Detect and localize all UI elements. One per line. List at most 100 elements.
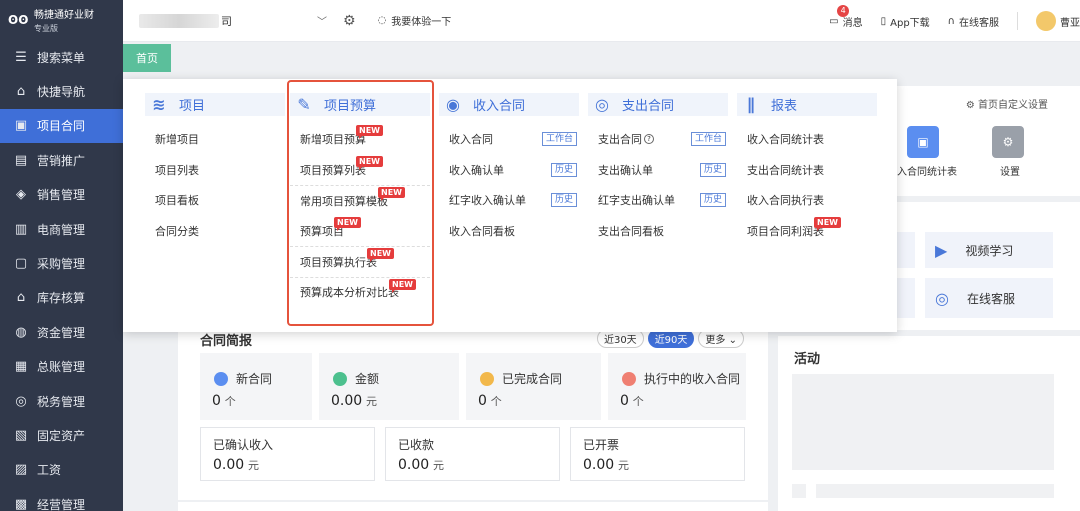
project-contract-mega-menu: ≋ 项目 新增项目 项目列表 项目看板 合同分类 ✎ 项目预算 新增项目预算 NEW 项目预算列表 N… [123, 79, 897, 332]
phone-icon: ▯ [880, 15, 887, 27]
total-card[interactable]: 已开票 0.00 元 [570, 427, 745, 481]
menu-item-tag: 工作台 [541, 132, 577, 146]
menu-item[interactable]: 支出确认单 历史 [588, 155, 728, 186]
sidebar-item[interactable]: ⌂ 快捷导航 [0, 74, 123, 108]
sidebar-item-label: 资金管理 [37, 325, 86, 340]
menu-item[interactable]: 新增项目 [145, 124, 285, 155]
menu-item[interactable]: 项目看板 [145, 185, 285, 216]
sidebar-item[interactable]: ◍ 资金管理 [0, 315, 123, 349]
sidebar-item[interactable]: ▧ 固定资产 [0, 418, 123, 452]
menu-column-header: ◉ 收入合同 [439, 93, 579, 116]
sidebar-item[interactable]: ▦ 总账管理 [0, 350, 123, 384]
try-experience-link[interactable]: ◌ 我要体验一下 [378, 13, 452, 28]
menu-item-label: 支出确认单 [598, 163, 653, 177]
gear-icon[interactable]: ⚙ [992, 126, 1024, 158]
menu-item-tag: 历史 [699, 162, 726, 177]
chart-card-icon[interactable]: ▣ [907, 126, 939, 158]
menu-item[interactable]: 收入合同统计表 [737, 124, 877, 155]
menu-item-label: 红字收入确认单 [449, 194, 526, 208]
company-name-redacted [139, 13, 219, 28]
kpi-label: 已完成合同 [502, 372, 563, 386]
menu-column-title: 支出合同 [622, 99, 675, 114]
app-download-button[interactable]: ▯ App下载 [881, 14, 930, 29]
sidebar-item-label: 工资 [37, 463, 62, 478]
total-card[interactable]: 已收款 0.00 元 [385, 427, 560, 481]
company-selector[interactable]: 司 ﹀ [133, 8, 333, 34]
menu-item-label: 项目看板 [155, 194, 199, 208]
menu-item[interactable]: 收入合同 工作台 [439, 124, 579, 155]
menu-item[interactable]: 收入合同执行表 [737, 185, 877, 216]
kpi-card[interactable]: 执行中的收入合同 0 个 [608, 353, 746, 420]
custom-settings-label: 首页自定义设置 [978, 100, 1048, 111]
sidebar-item-label: 经营管理 [37, 497, 86, 511]
menu-item[interactable]: 支出合同统计表 [737, 155, 877, 186]
menu-item[interactable]: 项目合同利润表 NEW [737, 216, 877, 247]
user-menu[interactable]: 曹亚 [1036, 11, 1080, 31]
bag-icon: ▢ [14, 256, 28, 272]
online-service-card-button[interactable]: ◎ 在线客服 [925, 278, 1053, 318]
sidebar: ʘʘ 畅捷通好业财 专业版 ☰ 搜索菜单 ⌂ 快捷导航 ▣ 项目合同 ▤ 营销推广 ◈ 销售管理 ▥… [0, 0, 129, 511]
menu-item[interactable]: 收入合同看板 [439, 216, 579, 247]
salary-icon: ▨ [14, 462, 28, 478]
total-label: 已开票 [583, 438, 620, 452]
user-name: 曹亚 [1060, 17, 1080, 29]
sidebar-item[interactable]: ◈ 销售管理 [0, 178, 123, 212]
menu-item-label: 支出合同 [598, 133, 642, 147]
video-learning-label: 视频学习 [965, 243, 1014, 258]
sidebar-item[interactable]: ▢ 采购管理 [0, 246, 123, 280]
chevron-down-icon: ﹀ [317, 17, 327, 28]
try-label: 我要体验一下 [391, 17, 452, 28]
total-unit: 元 [433, 459, 444, 472]
sidebar-item[interactable]: ☰ 搜索菜单 [0, 40, 123, 74]
headset-icon: ◎ [935, 288, 949, 308]
sidebar-item[interactable]: ◎ 税务管理 [0, 384, 123, 418]
gift-icon: ▤ [14, 152, 28, 168]
activity-thumb-placeholder [792, 484, 806, 498]
kpi-card[interactable]: 已完成合同 0 个 [466, 353, 601, 420]
activity-banner-placeholder[interactable] [792, 374, 1054, 470]
kpi-unit: 元 [366, 395, 377, 408]
kpi-card[interactable]: 新合同 0 个 [200, 353, 312, 420]
menu-item-label: 收入合同统计表 [747, 133, 824, 147]
kpi-value: 0 [620, 393, 629, 409]
video-learning-button[interactable]: ▶ 视频学习 [925, 232, 1053, 268]
kpi-value: 0 [478, 393, 487, 409]
menu-item[interactable]: 合同分类 [145, 216, 285, 247]
sidebar-item[interactable]: ⌂ 库存核算 [0, 281, 123, 315]
sidebar-item-label: 搜索菜单 [37, 50, 86, 65]
kpi-icon [622, 371, 636, 386]
company-settings-gear-icon[interactable]: ⚙ [343, 13, 356, 29]
ledger-icon: ▦ [14, 359, 28, 375]
menu-item[interactable]: 支出合同? 工作台 [588, 124, 728, 155]
help-icon[interactable]: ? [644, 134, 654, 145]
total-value: 0.00 [398, 457, 430, 473]
sidebar-item[interactable]: ▨ 工资 [0, 453, 123, 487]
online-service-button[interactable]: ∩ 在线客服 [948, 14, 999, 29]
kpi-value: 0 [212, 393, 221, 409]
brand-logo: ʘʘ 畅捷通好业财 专业版 [0, 0, 123, 40]
tab-home[interactable]: 首页 [123, 44, 171, 72]
sidebar-item[interactable]: ▤ 营销推广 [0, 143, 123, 177]
headset-icon: ∩ [947, 15, 955, 27]
kpi-card[interactable]: 金额 0.00 元 [319, 353, 459, 420]
search-menu-icon: ☰ [15, 49, 27, 65]
total-unit: 元 [618, 459, 629, 472]
kpi-icon [333, 371, 347, 386]
sidebar-item[interactable]: ▣ 项目合同 [0, 108, 129, 144]
income-contract-icon: ◉ [446, 94, 460, 114]
menu-item[interactable]: 红字支出确认单 历史 [588, 185, 728, 216]
menu-item[interactable]: 支出合同看板 [588, 216, 728, 247]
menu-item[interactable]: 项目列表 [145, 155, 285, 186]
kpi-unit: 个 [490, 395, 502, 408]
sidebar-item[interactable]: ▩ 经营管理 [0, 487, 123, 511]
menu-item[interactable]: 红字收入确认单 历史 [439, 185, 579, 216]
messages-button[interactable]: ▭ 4 消息 [829, 4, 863, 29]
sidebar-item[interactable]: ▥ 电商管理 [0, 212, 123, 246]
total-card[interactable]: 已确认收入 0.00 元 [200, 427, 375, 481]
sidebar-item-label: 项目合同 [37, 119, 86, 134]
sidebar-item-label: 电商管理 [37, 222, 86, 237]
custom-settings-link[interactable]: ⚙ 首页自定义设置 [966, 96, 1048, 111]
report-icon: ∥ [747, 94, 755, 114]
menu-item[interactable]: 收入确认单 历史 [439, 155, 579, 186]
contract-icon: ▣ [14, 118, 28, 134]
